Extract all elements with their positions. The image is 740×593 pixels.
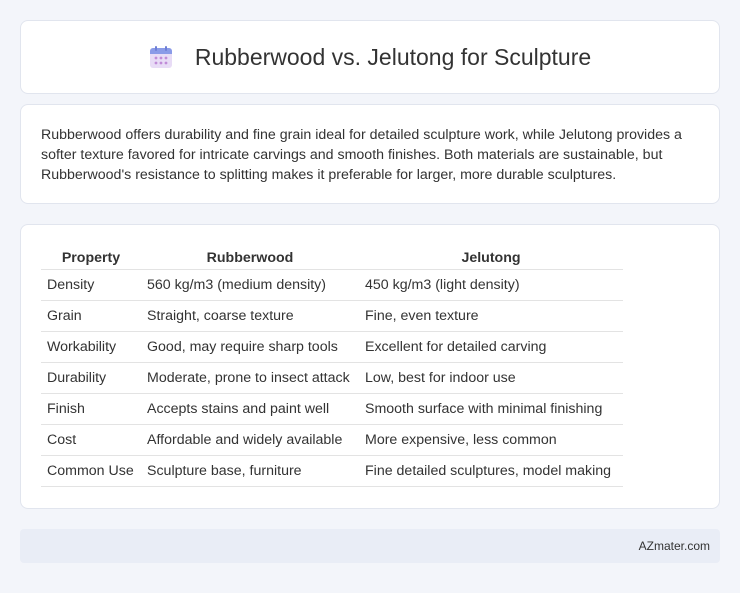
property-cell: Density [41,269,141,301]
rubberwood-cell: Good, may require sharp tools [141,331,359,363]
table-card: Property Rubberwood Jelutong Density 560… [20,224,720,509]
table-row: Finish Accepts stains and paint well Smo… [41,393,623,425]
jelutong-cell: Fine, even texture [359,300,623,332]
rubberwood-cell: Straight, coarse texture [141,300,359,332]
header-rubberwood: Rubberwood [141,247,359,270]
summary-text: Rubberwood offers durability and fine gr… [41,127,682,183]
rubberwood-cell: 560 kg/m3 (medium density) [141,269,359,301]
table-row: Density 560 kg/m3 (medium density) 450 k… [41,269,623,301]
page-title: Rubberwood vs. Jelutong for Sculpture [194,43,592,70]
comparison-table: Property Rubberwood Jelutong Density 560… [41,247,623,487]
title-card: Rubberwood vs. Jelutong for Sculpture [20,20,720,94]
jelutong-cell: 450 kg/m3 (light density) [359,269,623,301]
table-row: Grain Straight, coarse texture Fine, eve… [41,300,623,332]
jelutong-cell: More expensive, less common [359,424,623,456]
header-property: Property [41,247,141,270]
property-cell: Finish [41,393,141,425]
footer: AZmater.com [20,529,720,563]
rubberwood-cell: Sculpture base, furniture [141,455,359,487]
rubberwood-cell: Moderate, prone to insect attack [141,362,359,394]
jelutong-cell: Fine detailed sculptures, model making [359,455,623,487]
jelutong-cell: Excellent for detailed carving [359,331,623,363]
rubberwood-cell: Affordable and widely available [141,424,359,456]
property-cell: Common Use [41,455,141,487]
rubberwood-cell: Accepts stains and paint well [141,393,359,425]
summary-card: Rubberwood offers durability and fine gr… [20,104,720,204]
property-cell: Workability [41,331,141,363]
property-cell: Durability [41,362,141,394]
table-header-row: Property Rubberwood Jelutong [41,247,623,270]
jelutong-cell: Smooth surface with minimal finishing [359,393,623,425]
header-jelutong: Jelutong [359,247,623,270]
property-cell: Grain [41,300,141,332]
table-row: Common Use Sculpture base, furniture Fin… [41,455,623,487]
property-cell: Cost [41,424,141,456]
calendar-icon [149,46,172,68]
footer-site-link[interactable]: AZmater.com [639,539,710,553]
table-row: Durability Moderate, prone to insect att… [41,362,623,394]
jelutong-cell: Low, best for indoor use [359,362,623,394]
table-row: Cost Affordable and widely available Mor… [41,424,623,456]
table-row: Workability Good, may require sharp tool… [41,331,623,363]
title-wrap: Rubberwood vs. Jelutong for Sculpture [149,44,591,71]
